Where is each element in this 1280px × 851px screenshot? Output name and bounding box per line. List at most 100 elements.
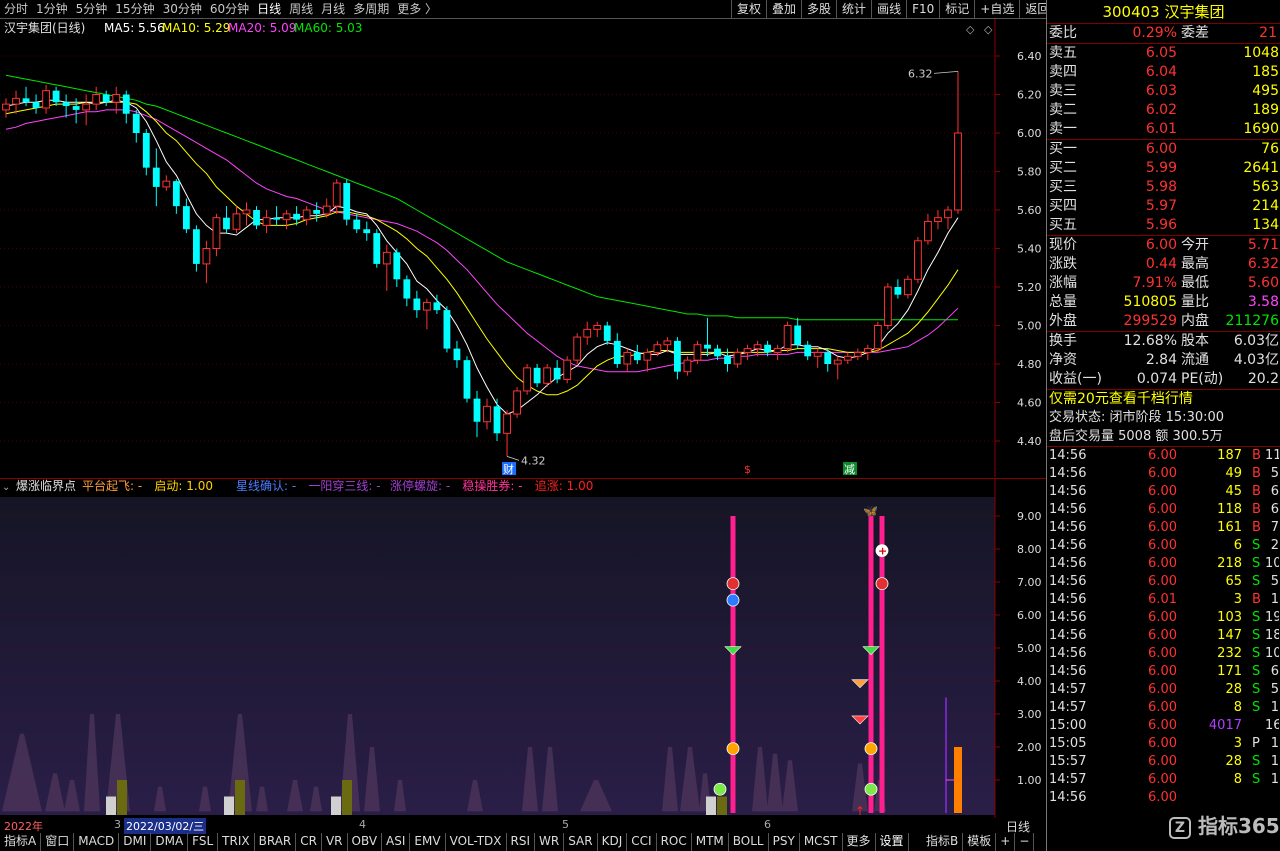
indicator-tab-kdj[interactable]: KDJ — [598, 833, 628, 851]
candle[interactable] — [783, 321, 792, 353]
indicator-right-tab[interactable]: − — [1015, 833, 1035, 851]
overlay-button[interactable]: 叠加 — [766, 0, 801, 19]
indicator-tab-psy[interactable]: PSY — [769, 833, 800, 851]
indicator-tab-cr[interactable]: CR — [296, 833, 322, 851]
period-tab-monthly[interactable]: 月线 — [317, 0, 349, 18]
candle[interactable] — [903, 275, 912, 299]
candle-body — [102, 94, 110, 103]
order-book-row[interactable]: 卖四 6.04 185 — [1047, 63, 1280, 82]
candlestick-chart[interactable]: 6.40 6.20 6.00 5.80 5.60 5.40 5.20 5.00 4.80 4.60… — [0, 19, 1046, 477]
order-book-row[interactable]: 卖二 6.02 189 — [1047, 101, 1280, 120]
order-book-row[interactable]: 卖一 6.01 1690 — [1047, 120, 1280, 139]
indicator-tab-dma[interactable]: DMA — [151, 833, 189, 851]
f10-button[interactable]: F10 — [906, 0, 939, 19]
indicator-right-tab[interactable]: 指标B — [922, 833, 964, 851]
order-book-row[interactable]: 买四 5.97 214 — [1047, 197, 1280, 216]
candle[interactable] — [343, 179, 351, 226]
multi-stock-button[interactable]: 多股 — [801, 0, 836, 19]
diamond-icon[interactable]: ◇ — [966, 23, 975, 36]
event-marker[interactable]: $ — [743, 462, 757, 476]
tick-row: 14:56 6.00 65 S 5 — [1047, 573, 1280, 591]
indicator-tab-cci[interactable]: CCI — [627, 833, 657, 851]
month-label-3: 3 — [114, 818, 121, 831]
candle[interactable] — [463, 356, 471, 403]
stat-value: 2.84 — [1145, 352, 1177, 368]
indicator-tab-trix[interactable]: TRIX — [218, 833, 255, 851]
tick-side: S — [1252, 538, 1261, 553]
order-book-row[interactable]: 卖五 6.05 1048 — [1047, 44, 1280, 63]
order-book-row[interactable]: 买二 5.99 2641 — [1047, 159, 1280, 178]
indicator-tab-mtm[interactable]: MTM — [692, 833, 729, 851]
candle[interactable] — [883, 283, 892, 330]
order-book-row[interactable]: 买五 5.96 134 — [1047, 216, 1280, 235]
period-tab-daily[interactable]: 日线 — [253, 0, 285, 18]
signal-bar[interactable] — [730, 516, 736, 813]
signal-bar[interactable] — [879, 516, 885, 813]
draw-line-button[interactable]: 画线 — [871, 0, 906, 19]
period-tab-multi[interactable]: 多周期 — [349, 0, 393, 18]
indicator-right-tab[interactable]: 模板 — [963, 833, 997, 851]
period-tab-30min[interactable]: 30分钟 — [159, 0, 206, 18]
indicator-tab-wr[interactable]: WR — [535, 833, 565, 851]
candle[interactable] — [373, 229, 381, 268]
tick-side: B — [1252, 448, 1261, 463]
add-watchlist-button[interactable]: +自选 — [974, 0, 1019, 19]
period-tab-more[interactable]: 更多 〉 — [393, 0, 441, 18]
indicator-tab-vr[interactable]: VR — [322, 833, 348, 851]
candle[interactable] — [914, 236, 922, 284]
indicator-tab-更多[interactable]: 更多 — [843, 833, 876, 851]
indicator-tab-rsi[interactable]: RSI — [507, 833, 536, 851]
indicator-tick-label: 6.00 — [1017, 609, 1042, 622]
indicator-tab-brar[interactable]: BRAR — [255, 833, 297, 851]
indicator-tab-boll[interactable]: BOLL — [729, 833, 769, 851]
candle-body — [813, 351, 822, 357]
indicator-tab-obv[interactable]: OBV — [348, 833, 383, 851]
indicator-tab-dmi[interactable]: DMI — [119, 833, 152, 851]
event-marker[interactable]: 财 — [502, 462, 517, 476]
indicator-tab-mcst[interactable]: MCST — [800, 833, 843, 851]
indicator-right-tab[interactable]: + — [996, 833, 1016, 851]
candle[interactable] — [873, 321, 882, 353]
period-tab-1min[interactable]: 1分钟 — [32, 0, 72, 18]
tick-list[interactable]: 14:56 6.00 187 B 11 14:56 6.00 49 B 5 14:56 6.00 45 B… — [1047, 446, 1280, 807]
period-tab-15min[interactable]: 15分钟 — [111, 0, 158, 18]
collapse-icon[interactable]: ⌄ — [2, 482, 10, 493]
promo-link[interactable]: 仅需20元查看千档行情 — [1047, 389, 1280, 408]
indicator-chart[interactable]: 9.00 8.00 7.00 6.00 5.00 4.00 3.00 2.00 1.00 + 🦋 ↑… — [0, 478, 1046, 818]
order-book-row[interactable]: 买一 6.00 76 — [1047, 140, 1280, 159]
candle[interactable] — [693, 340, 702, 364]
indicator-tab-设置[interactable]: 设置 — [876, 833, 909, 851]
period-tab-intraday[interactable]: 分时 — [0, 0, 32, 18]
candle[interactable] — [563, 356, 572, 384]
period-tab-5min[interactable]: 5分钟 — [72, 0, 112, 18]
candle[interactable] — [513, 387, 521, 418]
cursor-date: 2022/03/02/三 — [124, 818, 207, 834]
period-tab-60min[interactable]: 60分钟 — [206, 0, 253, 18]
period-tab-weekly[interactable]: 周线 — [285, 0, 317, 18]
indicator-tab-emv[interactable]: EMV — [410, 833, 446, 851]
indicator-tab-vol-tdx[interactable]: VOL-TDX — [446, 833, 507, 851]
signal-bar[interactable] — [868, 516, 874, 813]
candle[interactable] — [543, 364, 552, 388]
mark-button[interactable]: 标记 — [939, 0, 974, 19]
order-book-row[interactable]: 卖三 6.03 495 — [1047, 82, 1280, 101]
close-icon[interactable]: ◇ — [984, 23, 993, 36]
event-marker[interactable]: 减 — [843, 462, 857, 476]
candle[interactable] — [443, 306, 451, 353]
indicator-legend-item: 一阳穿三线: - — [308, 478, 380, 493]
candle[interactable] — [573, 333, 582, 364]
order-level-label: 卖一 — [1049, 121, 1077, 137]
indicator-tab-macd[interactable]: MACD — [74, 833, 120, 851]
adjust-button[interactable]: 复权 — [731, 0, 766, 19]
indicator-tab-fsl[interactable]: FSL — [188, 833, 219, 851]
indicator-tab-指标a[interactable]: 指标A — [0, 833, 42, 851]
order-volume: 76 — [1261, 141, 1279, 157]
indicator-tab-asi[interactable]: ASI — [382, 833, 411, 851]
order-book-row[interactable]: 买三 5.98 563 — [1047, 178, 1280, 197]
candle[interactable] — [523, 364, 532, 395]
indicator-tab-roc[interactable]: ROC — [657, 833, 692, 851]
statistics-button[interactable]: 统计 — [836, 0, 871, 19]
indicator-tab-窗口[interactable]: 窗口 — [41, 833, 75, 851]
order-price: 6.00 — [1145, 141, 1177, 157]
indicator-tab-sar[interactable]: SAR — [564, 833, 598, 851]
